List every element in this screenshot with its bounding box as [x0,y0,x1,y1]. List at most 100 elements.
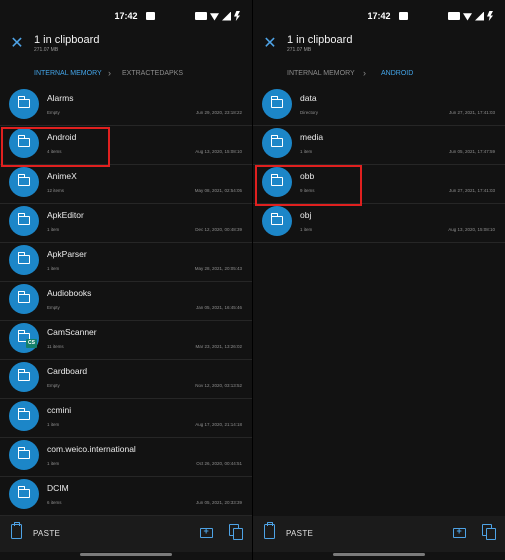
paste-icon[interactable] [11,522,22,539]
paste-button[interactable]: PASTE [33,529,60,538]
list-item-cardboard[interactable]: Cardboard Empty Nov 12, 2020, 03:13:52 [0,359,252,399]
highlight-obb [255,165,362,206]
breadcrumb-extractedapks[interactable]: EXTRACTEDAPKS [122,70,183,77]
list-item-dcim[interactable]: DCIM 6 items Jun 05, 2021, 20:33:39 [0,476,252,516]
copy-icon[interactable] [229,524,244,541]
clipboard-header: ✕ 1 in clipboard 271.07 MB [253,30,505,66]
wifi-icon [210,13,219,21]
list-item-data[interactable]: data Directory Jun 27, 2021, 17:41:03 [253,86,505,126]
charging-icon [234,11,240,21]
list-item-apkparser[interactable]: ApkParser 1 item May 28, 2021, 20:05:43 [0,242,252,282]
item-date: Jan 05, 2021, 16:45:46 [195,305,242,310]
folder-icon [9,167,39,197]
highlight-android [1,127,110,167]
item-name: ApkParser [47,249,87,259]
folder-icon [262,206,292,236]
item-count: Empty [47,305,60,310]
right-panel: 17:42 ✕ 1 in clipboard 271.07 MB INTERNA… [253,0,505,560]
item-name: Audiobooks [47,288,92,298]
paste-button[interactable]: PASTE [286,529,313,538]
clipboard-size: 271.07 MB [34,47,59,53]
item-date: Jun 29, 2020, 23:18:22 [195,110,242,115]
status-bar: 17:42 [253,0,505,30]
bottom-action-bar: PASTE [0,516,252,552]
camscanner-badge-icon: CS [26,339,37,348]
item-count: 1 item [47,422,60,427]
folder-icon [9,284,39,314]
home-indicator [80,553,172,556]
breadcrumb: INTERNAL MEMORY › ANDROID [253,66,505,84]
list-item-ccmini[interactable]: ccmini 1 item Aug 17, 2020, 21:14:18 [0,398,252,438]
status-bar: 17:42 [0,0,252,30]
item-date: May 28, 2021, 20:05:43 [194,266,242,271]
list-item-com-weico-international[interactable]: com.weico.international 1 item Oct 26, 2… [0,437,252,477]
breadcrumb-internal-memory[interactable]: INTERNAL MEMORY [34,70,102,77]
status-icons [195,11,240,21]
signal-icon [222,11,231,21]
paste-icon[interactable] [264,522,275,539]
item-count: 11 items [47,344,64,349]
item-date: Oct 26, 2020, 00:44:51 [196,461,242,466]
close-icon[interactable]: ✕ [263,36,277,52]
item-count: Directory [300,110,319,115]
chevron-right-icon: › [363,68,366,78]
folder-icon [9,89,39,119]
new-folder-icon[interactable] [200,526,213,538]
charging-icon [487,11,493,21]
item-date: Jun 05, 2021, 20:33:39 [195,500,242,505]
gallery-icon [146,12,155,20]
item-date: Jun 27, 2021, 17:41:03 [448,110,495,115]
item-count: 1 item [47,461,60,466]
item-name: media [300,132,324,142]
list-item-apkeditor[interactable]: ApkEditor 1 item Dec 12, 2020, 00:48:39 [0,203,252,243]
list-item-camscanner[interactable]: CS CamScanner 11 items Mar 23, 2021, 13:… [0,320,252,360]
item-count: 1 item [47,227,60,232]
item-date: Mar 23, 2021, 13:26:02 [195,344,242,349]
status-icons [448,11,493,21]
wifi-icon [463,13,472,21]
list-item-media[interactable]: media 1 item Jun 05, 2021, 17:47:59 [253,125,505,165]
item-date: Aug 17, 2020, 21:14:18 [195,422,242,427]
item-name: com.weico.international [47,444,136,454]
clipboard-header: ✕ 1 in clipboard 271.07 MB [0,30,252,66]
clipboard-title: 1 in clipboard [34,34,100,46]
signal-icon [475,11,484,21]
item-count: 12 items [47,188,65,193]
item-date: Dec 12, 2020, 00:48:39 [195,227,242,232]
item-count: 6 items [47,500,62,505]
copy-icon[interactable] [482,524,497,541]
nfc-icon [448,12,460,20]
folder-icon [9,401,39,431]
folder-icon [9,479,39,509]
bottom-action-bar: PASTE [253,516,505,552]
list-item-animex[interactable]: AnimeX 12 items May 08, 2021, 02:54:05 [0,164,252,204]
item-date: Jun 27, 2021, 17:41:03 [448,188,495,193]
new-folder-icon[interactable] [453,526,466,538]
list-item-audiobooks[interactable]: Audiobooks Empty Jan 05, 2021, 16:45:46 [0,281,252,321]
gallery-icon [399,12,408,20]
item-name: ApkEditor [47,210,84,220]
list-item-obj[interactable]: obj 1 item Aug 13, 2020, 15:08:10 [253,203,505,243]
folder-icon [9,440,39,470]
breadcrumb-internal-memory[interactable]: INTERNAL MEMORY [287,70,355,77]
folder-icon [9,206,39,236]
list-item-alarms[interactable]: Alarms Empty Jun 29, 2020, 23:18:22 [0,86,252,126]
folder-icon [262,89,292,119]
item-name: data [300,93,317,103]
home-indicator [333,553,425,556]
item-name: CamScanner [47,327,97,337]
item-count: Empty [47,110,60,115]
left-panel: 17:42 ✕ 1 in clipboard 271.07 MB INTERNA… [0,0,252,560]
item-name: Alarms [47,93,74,103]
nfc-icon [195,12,207,20]
breadcrumb: INTERNAL MEMORY › EXTRACTEDAPKS [0,66,252,84]
breadcrumb-android[interactable]: ANDROID [381,70,413,77]
close-icon[interactable]: ✕ [10,36,24,52]
item-date: Aug 13, 2020, 15:08:10 [195,149,242,154]
item-name: AnimeX [47,171,77,181]
item-count: 1 item [300,227,313,232]
item-date: May 08, 2021, 02:54:05 [194,188,242,193]
item-count: Empty [47,383,60,388]
item-count: 1 item [300,149,313,154]
item-name: ccmini [47,405,72,415]
